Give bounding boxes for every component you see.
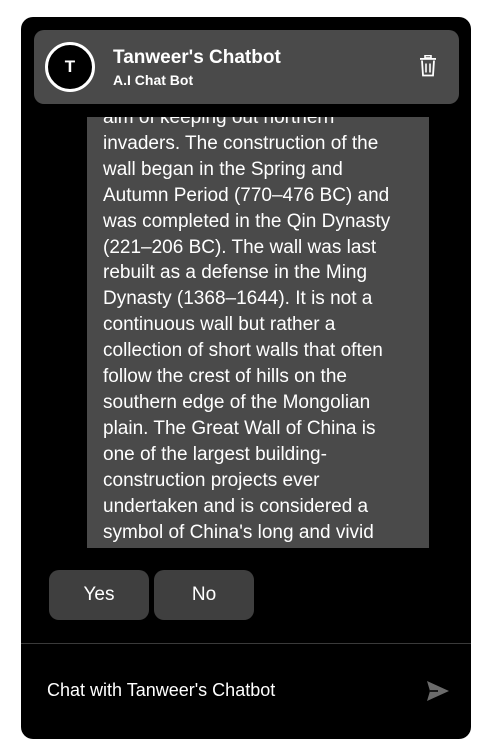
- avatar: T: [45, 42, 95, 92]
- yes-button[interactable]: Yes: [49, 570, 149, 620]
- chat-subtitle: A.I Chat Bot: [113, 72, 194, 88]
- divider: [21, 643, 471, 644]
- chat-input[interactable]: Chat with Tanweer's Chatbot: [47, 677, 407, 703]
- chat-title: Tanweer's Chatbot: [113, 47, 281, 68]
- bot-message: aim of keeping out northern invaders. Th…: [87, 117, 429, 548]
- trash-icon[interactable]: [418, 54, 438, 77]
- send-icon[interactable]: [426, 680, 450, 702]
- no-button[interactable]: No: [154, 570, 254, 620]
- bot-message-text: aim of keeping out northern invaders. Th…: [103, 117, 391, 543]
- chat-header: T Tanweer's Chatbot A.I Chat Bot: [34, 30, 459, 104]
- message-list[interactable]: aim of keeping out northern invaders. Th…: [21, 117, 471, 548]
- chat-window: T Tanweer's Chatbot A.I Chat Bot aim of …: [21, 17, 471, 739]
